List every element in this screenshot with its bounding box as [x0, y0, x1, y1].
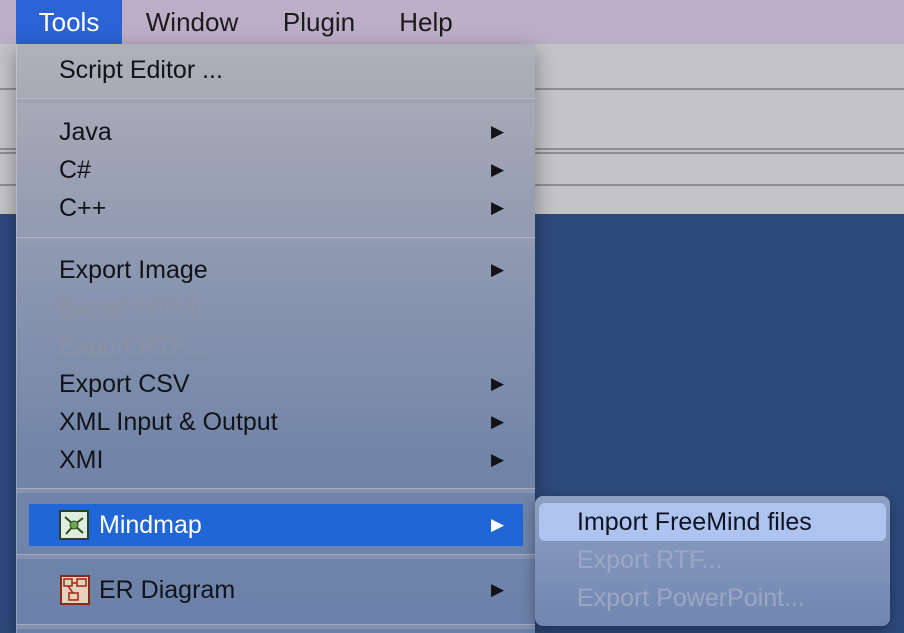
menu-item-export-image[interactable]: Export Image ▶ — [17, 251, 535, 289]
menu-item-label: C# — [59, 156, 91, 184]
menu-help[interactable]: Help — [382, 0, 470, 44]
menu-separator — [17, 98, 535, 103]
menu-item-script-editor[interactable]: Script Editor ... — [17, 51, 535, 89]
er-diagram-icon — [60, 575, 90, 605]
menu-item-export-powerpoint: Export PowerPoint... — [535, 579, 890, 617]
submenu-arrow-icon: ▶ — [491, 260, 505, 279]
menu-item-export-rtf: Export RTF... — [17, 327, 535, 365]
menu-item-csharp[interactable]: C# ▶ — [17, 151, 535, 189]
mindmap-submenu: Import FreeMind files Export RTF... Expo… — [535, 496, 890, 626]
submenu-arrow-icon: ▶ — [491, 198, 505, 217]
menubar: Tools Window Plugin Help — [0, 0, 904, 44]
submenu-arrow-icon: ▶ — [491, 122, 505, 141]
menu-tools[interactable]: Tools — [16, 0, 122, 44]
menu-item-label: Export CSV — [59, 370, 190, 398]
menu-item-label: Export HTML ... — [59, 294, 234, 322]
menu-item-xmi[interactable]: XMI ▶ — [17, 441, 535, 479]
menu-window[interactable]: Window — [126, 0, 258, 44]
submenu-arrow-icon: ▶ — [491, 412, 505, 431]
menu-item-mindmap[interactable]: Mindmap ▶ — [29, 504, 523, 546]
menu-item-cpp[interactable]: C++ ▶ — [17, 189, 535, 227]
menu-item-label: Import FreeMind files — [577, 508, 812, 536]
menu-item-label: Export RTF... — [577, 546, 723, 574]
menu-item-label: C++ — [59, 194, 107, 222]
menu-item-label: XMI — [59, 446, 104, 474]
menu-item-er-diagram[interactable]: ER Diagram ▶ — [17, 571, 535, 609]
menu-item-export-csv[interactable]: Export CSV ▶ — [17, 365, 535, 403]
menu-item-label: Export RTF... — [59, 332, 205, 360]
menu-item-mindmap-export-rtf: Export RTF... — [535, 541, 890, 579]
menu-item-label: ER Diagram — [99, 576, 236, 604]
submenu-arrow-icon: ▶ — [491, 160, 505, 179]
mindmap-icon — [59, 510, 89, 540]
tools-menu: Script Editor ... Java ▶ C# ▶ C++ ▶ Expo… — [16, 44, 535, 633]
menu-plugin[interactable]: Plugin — [266, 0, 372, 44]
menu-separator — [17, 624, 535, 629]
menu-separator — [17, 488, 535, 493]
menu-item-label: Export PowerPoint... — [577, 584, 805, 612]
menu-item-xml-io[interactable]: XML Input & Output ▶ — [17, 403, 535, 441]
menu-item-label: Export Image — [59, 256, 208, 284]
menu-item-label: XML Input & Output — [59, 408, 278, 436]
menu-item-export-html: Export HTML ... — [17, 289, 535, 327]
menu-item-label: Script Editor ... — [59, 56, 223, 84]
menu-separator — [17, 554, 535, 559]
submenu-arrow-icon: ▶ — [491, 515, 505, 534]
submenu-arrow-icon: ▶ — [491, 374, 505, 393]
menu-item-label: Mindmap — [99, 511, 202, 539]
submenu-arrow-icon: ▶ — [491, 450, 505, 469]
menu-separator — [17, 237, 535, 242]
menu-item-import-freemind[interactable]: Import FreeMind files — [539, 503, 886, 541]
screen: Tools Window Plugin Help Script Editor .… — [0, 0, 904, 633]
menu-item-java[interactable]: Java ▶ — [17, 113, 535, 151]
submenu-arrow-icon: ▶ — [491, 580, 505, 599]
menu-item-label: Java — [59, 118, 112, 146]
